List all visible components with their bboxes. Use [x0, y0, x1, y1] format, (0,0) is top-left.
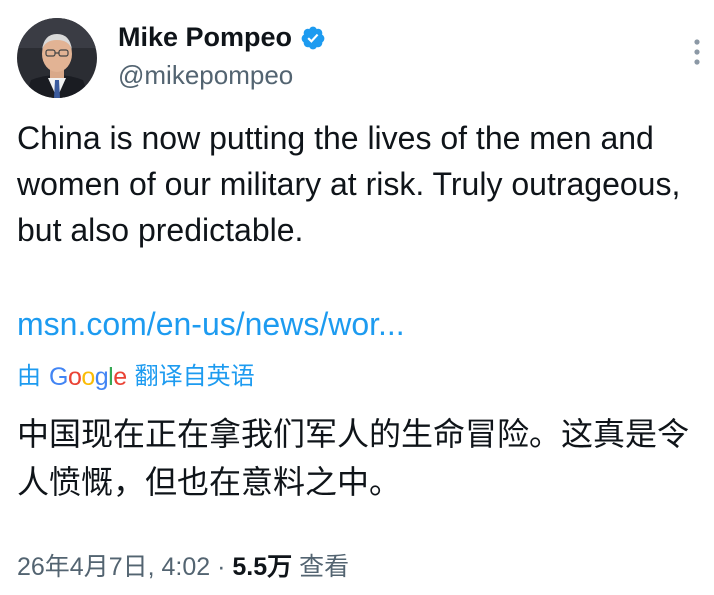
tweet-meta: 26年4月7日, 4:02 · 5.5万 查看 [17, 549, 349, 585]
translation-attribution[interactable]: 由 Google 翻译自英语 [17, 359, 255, 395]
timestamp[interactable]: 26年4月7日, 4:02 [17, 553, 210, 581]
more-options-button[interactable] [684, 34, 710, 70]
google-logo-icon: Google [49, 363, 127, 391]
verified-badge-icon [301, 26, 325, 49]
views-label: 查看 [299, 553, 350, 581]
tweet-link[interactable]: msn.com/en-us/news/wor... [17, 301, 405, 347]
meta-separator: · [217, 553, 226, 581]
avatar[interactable] [17, 18, 97, 98]
author-handle[interactable]: @mikepompeo [118, 60, 293, 91]
more-options-icon [694, 39, 700, 65]
translated-text: 中国现在正在拿我们军人的生命冒险。这真是令人愤慨，但也在意料之中。 [17, 416, 690, 500]
views-count: 5.5万 [232, 553, 293, 581]
author-name-row[interactable]: Mike Pompeo [118, 22, 326, 53]
avatar-image [17, 18, 97, 98]
author-name[interactable]: Mike Pompeo [118, 22, 292, 53]
translation-suffix: 翻译自英语 [134, 363, 255, 390]
translation-prefix: 由 [17, 363, 41, 390]
tweet-text: China is now putting the lives of the me… [17, 120, 681, 248]
